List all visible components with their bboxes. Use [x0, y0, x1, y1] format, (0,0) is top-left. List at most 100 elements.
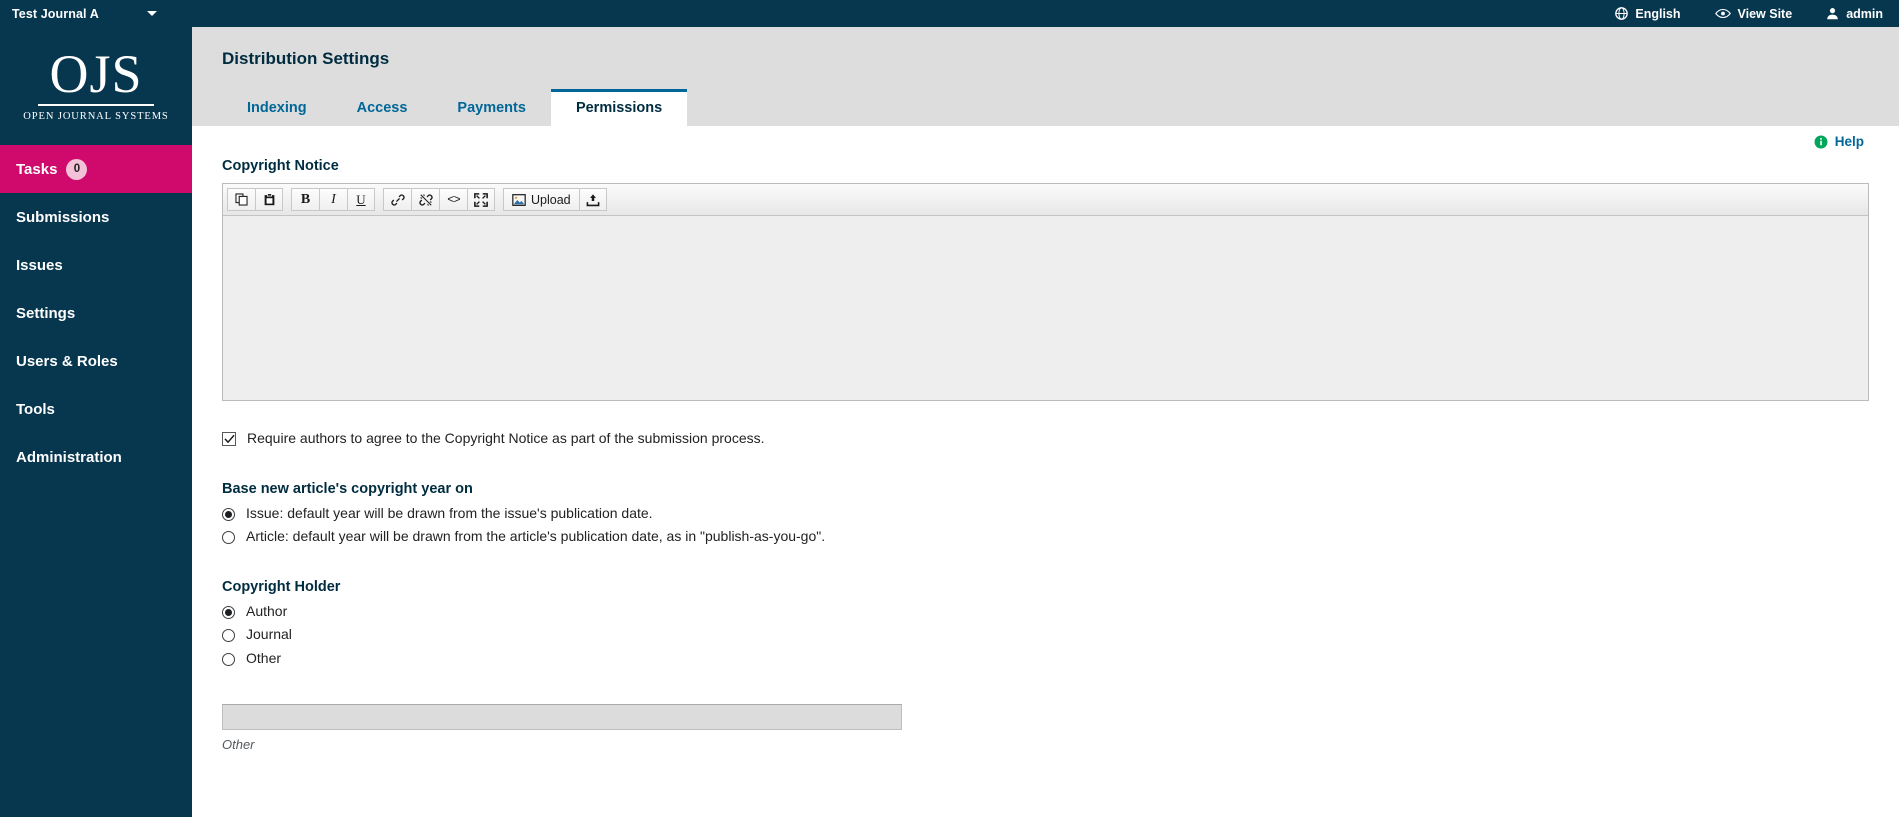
language-menu[interactable]: English	[1615, 6, 1681, 21]
radio-label: Article: default year will be drawn from…	[246, 528, 826, 544]
globe-icon	[1615, 7, 1629, 20]
editor-toolbar: B I U <> Upload	[223, 184, 1868, 216]
sidebar-item-label: Settings	[16, 304, 76, 322]
code-label: <>	[447, 192, 460, 207]
permissions-panel: Help Copyright Notice B I U <> Upload Re…	[192, 126, 1899, 817]
sidebar-item-issues[interactable]: Issues	[0, 241, 192, 289]
sidebar-item-submissions[interactable]: Submissions	[0, 193, 192, 241]
help-label: Help	[1834, 134, 1864, 149]
radio-dot	[225, 608, 232, 616]
link-icon[interactable]	[383, 188, 411, 211]
paste-glyph	[264, 193, 274, 206]
view-site-link[interactable]: View Site	[1714, 6, 1793, 21]
sidebar-item-tasks[interactable]: Tasks 0	[0, 145, 192, 193]
unlink-icon[interactable]	[411, 188, 439, 211]
copyright-holder-group: Copyright Holder Author Journal Other	[222, 579, 1869, 668]
paste-icon[interactable]	[255, 188, 283, 211]
tab-payments[interactable]: Payments	[432, 91, 551, 127]
radio-issue[interactable]	[222, 507, 235, 521]
insert-group: <>	[383, 188, 495, 211]
radio-label: Other	[246, 649, 282, 666]
radio-dot	[225, 510, 232, 518]
sidebar-item-label: Issues	[16, 256, 63, 274]
user-name-label: admin	[1846, 6, 1883, 21]
copyright-holder-option-other[interactable]: Other	[222, 650, 1869, 668]
info-circle-icon	[1814, 135, 1828, 148]
underline-label: U	[356, 191, 366, 207]
link-glyph	[390, 193, 405, 206]
radio-article[interactable]	[222, 531, 235, 544]
italic-label: I	[331, 191, 336, 207]
radio-author[interactable]	[222, 605, 235, 619]
language-label: English	[1635, 6, 1681, 21]
unlink-glyph	[418, 193, 433, 206]
copy-glyph	[235, 193, 248, 206]
user-icon	[1827, 8, 1838, 20]
sidebar-item-users-roles[interactable]: Users & Roles	[0, 337, 192, 385]
copyright-holder-title: Copyright Holder	[222, 578, 341, 595]
require-agree-label: Require authors to agree to the Copyrigh…	[247, 430, 765, 446]
top-bar-actions: English View Site admin	[1615, 0, 1899, 27]
sidebar: OJS OPEN JOURNAL SYSTEMS Tasks 0 Submiss…	[0, 0, 192, 817]
radio-other[interactable]	[222, 652, 235, 666]
logo-subtitle: OPEN JOURNAL SYSTEMS	[23, 111, 169, 123]
text-format-group: B I U	[291, 188, 375, 211]
italic-icon[interactable]: I	[319, 188, 347, 211]
copyright-year-option-issue[interactable]: Issue: default year will be drawn from t…	[222, 505, 1869, 523]
copyright-holder-option-journal[interactable]: Journal	[222, 626, 1869, 644]
tasks-count-badge: 0	[66, 158, 88, 180]
sidebar-item-tools[interactable]: Tools	[0, 385, 192, 433]
require-agree-checkbox[interactable]	[222, 432, 236, 446]
top-bar: Test Journal A English View Site admin	[0, 0, 1899, 27]
bold-icon[interactable]: B	[291, 188, 319, 211]
tab-label: Permissions	[575, 99, 663, 116]
radio-label: Issue: default year will be drawn from t…	[246, 504, 653, 521]
tab-label: Access	[356, 99, 408, 116]
view-site-label: View Site	[1737, 6, 1793, 21]
logo-divider	[38, 104, 154, 107]
tab-access[interactable]: Access	[332, 91, 433, 127]
sidebar-item-settings[interactable]: Settings	[0, 289, 192, 337]
check-icon	[223, 434, 235, 444]
sidebar-item-label: Submissions	[16, 208, 110, 226]
require-agree-row[interactable]: Require authors to agree to the Copyrigh…	[222, 430, 1869, 448]
fullscreen-icon[interactable]	[467, 188, 495, 211]
underline-icon[interactable]: U	[347, 188, 375, 211]
sidebar-item-label: Administration	[16, 448, 122, 466]
copy-icon[interactable]	[227, 188, 255, 211]
copyright-year-title: Base new article's copyright year on	[222, 480, 473, 497]
eye-icon	[1714, 8, 1731, 19]
copyright-notice-textarea[interactable]	[223, 216, 1868, 400]
logo-text: OJS	[49, 43, 143, 104]
sidebar-item-label: Tools	[16, 400, 55, 418]
page-title: Distribution Settings	[222, 49, 390, 68]
copyright-notice-editor: B I U <> Upload	[222, 183, 1869, 401]
image-glyph	[512, 193, 526, 206]
help-button[interactable]: Help	[1800, 126, 1879, 158]
settings-tabs: Indexing Access Payments Permissions	[192, 88, 1899, 126]
copyright-year-group: Base new article's copyright year on Iss…	[222, 481, 1869, 546]
copyright-year-option-article[interactable]: Article: default year will be drawn from…	[222, 528, 1869, 546]
journal-selector[interactable]: Test Journal A	[0, 0, 157, 27]
user-menu[interactable]: admin	[1826, 7, 1883, 21]
upload-label: Upload	[531, 192, 571, 207]
radio-journal[interactable]	[222, 629, 235, 642]
file-upload-icon[interactable]	[578, 188, 607, 211]
copyright-holder-option-author[interactable]: Author	[222, 603, 1869, 621]
other-input-caption: Other	[222, 737, 255, 752]
other-field-wrapper: Other	[222, 704, 1869, 752]
image-upload-icon[interactable]: Upload	[503, 188, 579, 211]
upload-group: Upload	[503, 188, 607, 211]
chevron-down-icon	[146, 11, 157, 16]
code-icon[interactable]: <>	[439, 188, 467, 211]
tab-permissions[interactable]: Permissions	[550, 88, 688, 126]
sidebar-item-administration[interactable]: Administration	[0, 433, 192, 481]
radio-label: Journal	[246, 626, 292, 642]
tab-indexing[interactable]: Indexing	[222, 91, 332, 127]
bold-label: B	[300, 191, 311, 207]
tab-label: Payments	[457, 99, 526, 116]
tab-label: Indexing	[247, 99, 307, 116]
other-copyright-holder-input[interactable]	[222, 704, 902, 730]
main-content: Distribution Settings Indexing Access Pa…	[192, 27, 1899, 817]
sidebar-item-label: Users & Roles	[16, 352, 118, 370]
